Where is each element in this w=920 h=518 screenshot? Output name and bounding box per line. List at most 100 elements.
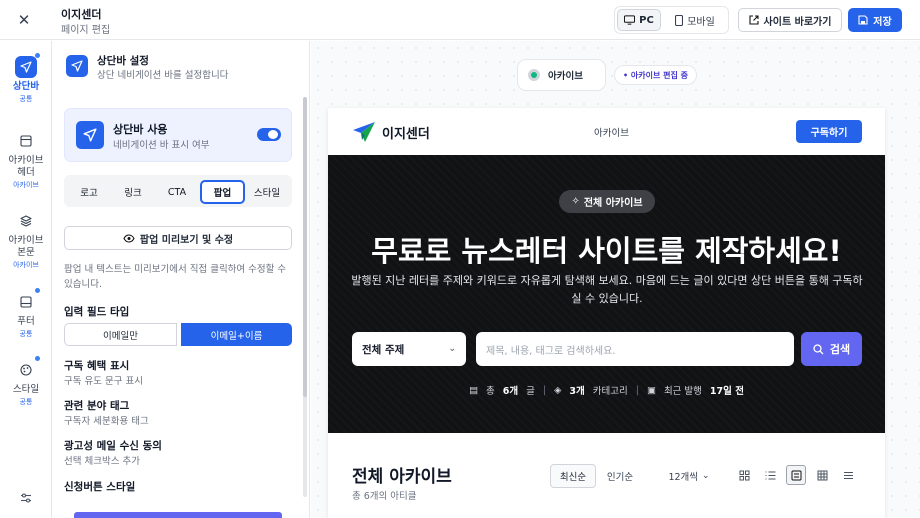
input-option-email-name[interactable]: 이메일+이름 [181, 323, 292, 346]
rail-item-archive-header[interactable]: 아카이브 헤더 아카이브 [0, 130, 52, 190]
toggle-knob [268, 130, 278, 139]
rail-sub: 공통 [19, 95, 33, 103]
help-text: 팝업 내 텍스트는 미리보기에서 직접 클릭하여 수정할 수 있습니다. [64, 264, 287, 290]
stat-cat-suffix: 카테고리 [592, 386, 628, 397]
archive-title[interactable]: 전체 아카이브 [352, 462, 452, 487]
rail-sub: 아카이브 [13, 261, 39, 269]
field-title: 신청버튼 스타일 [64, 481, 136, 493]
search-button-label: 검색 [829, 343, 851, 356]
rail-label: 스타일 [12, 384, 40, 395]
divider: | [542, 384, 547, 396]
divider: | [635, 384, 639, 396]
save-icon [858, 15, 868, 25]
device-mobile-button[interactable]: 모바일 [666, 9, 724, 31]
section-rail [0, 41, 52, 518]
close-icon[interactable]: ✕ [14, 10, 34, 30]
search-icon [813, 343, 824, 354]
header-use-desc: 네비게이션 바 표시 여부 [113, 140, 210, 151]
rail-label: 아카이브 헤더 [8, 155, 44, 178]
panel-scrollbar-thumb[interactable] [303, 97, 307, 397]
stat-total-prefix: 총 [486, 386, 495, 397]
rail-label: 상단바 [12, 81, 40, 92]
sort-popular-button[interactable]: 인기순 [600, 464, 640, 488]
paper-plane-logo-icon[interactable] [352, 121, 376, 146]
field-desc: 구독 유도 문구 표시 [64, 376, 143, 387]
chevron-down-icon: ⌄ [702, 471, 710, 481]
stat-recent-prefix: 최근 발행 [663, 386, 702, 397]
archive-count: 총 6개의 아티클 [352, 491, 417, 502]
compact-view-icon[interactable] [838, 465, 858, 485]
book-icon: ▤ [469, 384, 479, 396]
field-title: 광고성 메일 수신 동의 [64, 440, 162, 452]
per-page-select[interactable]: 12개씩 ⌄ [662, 464, 716, 488]
send-icon [76, 121, 104, 149]
section-chip[interactable]: 아카이브 [517, 59, 606, 91]
input-type-label: 입력 필드 타입 [64, 306, 130, 318]
footer-icon [15, 288, 40, 313]
save-button[interactable]: 저장 [848, 8, 902, 32]
tab-style[interactable]: 스타일 [248, 180, 286, 204]
site-nav-archive[interactable]: 아카이브 [594, 125, 629, 139]
external-link-icon [748, 15, 759, 25]
rail-item-archive-body[interactable]: 아카이브 본문 아카이브 [0, 210, 52, 270]
rail-sub: 공통 [19, 330, 33, 338]
grid-view-icon[interactable] [734, 465, 754, 485]
rail-dot [35, 53, 40, 58]
field-title: 관련 분야 태그 [64, 400, 130, 412]
stat-recent-value: 17일 전 [709, 386, 744, 397]
site-link-button[interactable]: 사이트 바로가기 [738, 8, 842, 32]
list-view-icon[interactable] [760, 465, 780, 485]
device-pc-button[interactable]: PC [617, 9, 661, 31]
subscribe-button[interactable]: 구독하기 [796, 120, 862, 143]
send-icon [66, 55, 88, 77]
card-view-icon[interactable] [786, 465, 806, 485]
monitor-icon [624, 15, 636, 25]
hero-desc[interactable]: 발행된 지난 레터를 주제와 키워드로 자유롭게 탐색해 보세요. 마음에 드는… [350, 272, 864, 308]
rail-item-footer[interactable]: 푸터 공통 [0, 288, 52, 339]
rail-dot [35, 288, 40, 293]
rail-item-header[interactable]: 상단바 공통 [0, 53, 52, 104]
send-icon [15, 53, 40, 78]
popup-preview-label: 팝업 미리보기 및 수정 [139, 234, 234, 246]
device-mobile-label: 모바일 [687, 16, 715, 28]
tab-link[interactable]: 링크 [114, 180, 152, 204]
table-view-icon[interactable] [812, 465, 832, 485]
device-pc-label: PC [639, 14, 654, 26]
hero-badge-label: 전체 아카이브 [583, 198, 643, 209]
save-label: 저장 [873, 16, 892, 28]
layers-icon: ◈ [554, 384, 562, 396]
popup-preview-button[interactable]: 팝업 미리보기 및 수정 [64, 226, 292, 250]
tab-cta[interactable]: CTA [158, 180, 196, 204]
rail-item-style[interactable]: 스타일 공통 [0, 356, 52, 407]
archive-stats: ▤ 총 6개 글 | ◈ 3개 카테고리 | ▣ 최근 발행 17일 전 [328, 383, 885, 398]
field-desc: 선택 체크박스 추가 [64, 456, 140, 467]
search-button[interactable]: 검색 [801, 332, 862, 366]
input-option-email[interactable]: 이메일만 [64, 323, 177, 346]
stat-total-value: 6개 [502, 386, 519, 397]
tab-logo[interactable]: 로고 [70, 180, 108, 204]
app-title: 이지센더 [61, 8, 102, 21]
site-link-label: 사이트 바로가기 [763, 16, 832, 28]
tab-popup[interactable]: 팝업 [200, 180, 245, 204]
per-page-value: 12개씩 [668, 472, 699, 483]
search-input[interactable]: 제목, 내용, 태그로 검색하세요. [476, 332, 794, 366]
hero-badge: ✧ 전체 아카이브 [559, 190, 655, 213]
sort-newest-button[interactable]: 최신순 [550, 464, 596, 488]
app-subtitle: 페이지 편집 [61, 25, 111, 36]
rail-label: 아카이브 본문 [8, 235, 44, 258]
header-use-title: 상단바 사용 [113, 123, 168, 136]
eye-icon [123, 233, 135, 243]
button-style-preview[interactable] [74, 512, 282, 518]
section-desc: 상단 네비게이션 바를 설정합니다 [97, 70, 229, 81]
rail-sub: 공통 [19, 398, 33, 406]
hero-title[interactable]: 무료로 뉴스레터 사이트를 제작하세요! [328, 228, 885, 270]
sliders-icon[interactable] [20, 492, 32, 507]
smartphone-icon [675, 14, 684, 26]
section-title: 상단바 설정 [97, 55, 149, 67]
layers-icon [15, 210, 37, 232]
field-desc: 구독자 세분화용 태그 [64, 416, 149, 427]
stat-total-suffix: 글 [526, 386, 535, 397]
site-brand[interactable]: 이지센더 [382, 123, 430, 142]
topic-select[interactable]: 전체 주제 ⌄ [352, 332, 466, 366]
chevron-down-icon: ⌄ [448, 344, 456, 354]
